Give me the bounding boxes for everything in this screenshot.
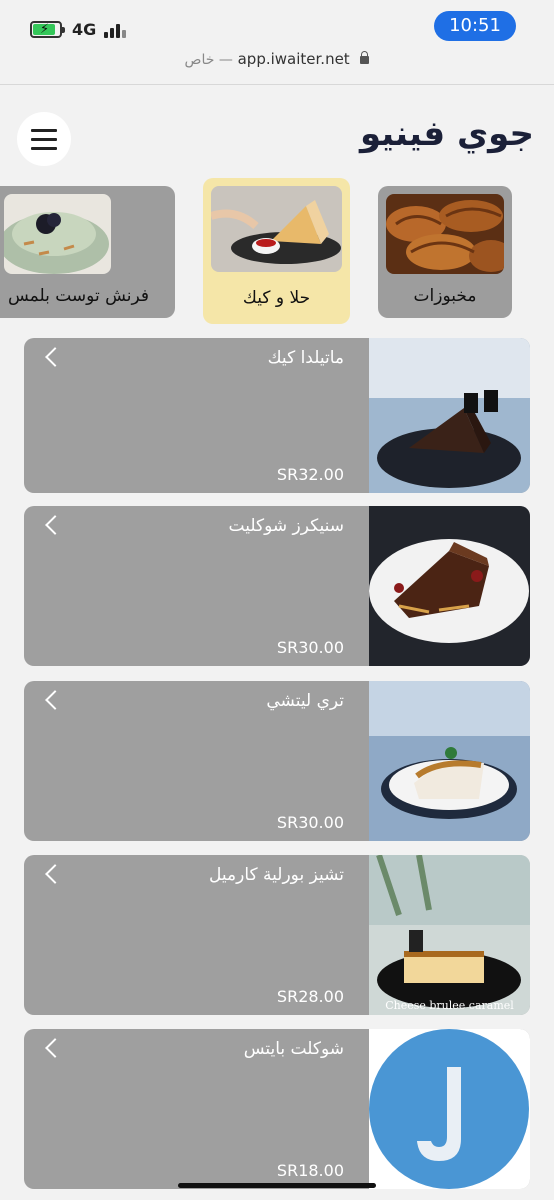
category-label: مخبوزات (413, 286, 477, 306)
product-price: SR30.00 (276, 638, 344, 657)
category-label: فرنش توست بلمس (7, 286, 149, 306)
product-name: تشيز بورلية كارميل (209, 865, 344, 885)
divider (0, 84, 554, 85)
product-name: سنيكرز شوكليت (228, 516, 344, 536)
product-card[interactable]: ماتيلدا كيك SR32.00 (24, 338, 530, 493)
status-bar: ⚡ 4G 10:51 (0, 0, 554, 48)
brand-logo-icon (369, 1029, 530, 1189)
product-name: ماتيلدا كيك (267, 348, 344, 368)
cake-icon (211, 186, 342, 272)
lock-icon (360, 51, 370, 64)
product-card[interactable]: سنيكرز شوكليت SR30.00 (24, 506, 530, 666)
product-image (369, 338, 530, 493)
product-image: Cheese brulee caramel (369, 855, 530, 1015)
image-caption: Cheese brulee caramel (385, 999, 514, 1012)
category-label: حلا و كيك (242, 288, 311, 308)
product-card[interactable]: شوكلت بايتس SR18.00 (24, 1029, 530, 1189)
product-price: SR32.00 (276, 465, 344, 484)
signal-icon (104, 22, 130, 38)
category-tab-cakes[interactable]: حلا و كيك (203, 178, 350, 324)
product-image (369, 681, 530, 841)
category-tab-french-toast[interactable]: فرنش توست بلمس (0, 186, 175, 318)
battery-icon: ⚡ (30, 21, 65, 38)
product-name: تري ليتشي (266, 691, 344, 711)
chevron-left-icon (45, 864, 65, 884)
chevron-left-icon (45, 515, 65, 535)
product-price: SR28.00 (276, 987, 344, 1006)
product-name: شوكلت بايتس (243, 1039, 344, 1059)
home-indicator[interactable] (178, 1183, 376, 1188)
category-tab-bakery[interactable]: مخبوزات (378, 186, 512, 318)
chevron-left-icon (45, 347, 65, 367)
network-label: 4G (72, 20, 97, 39)
private-label: خاص — (184, 52, 233, 68)
croissant-icon (386, 194, 504, 274)
chevron-left-icon (45, 690, 65, 710)
clock: 10:51 (434, 11, 516, 41)
menu-button[interactable] (17, 112, 71, 166)
product-card[interactable]: تري ليتشي SR30.00 (24, 681, 530, 841)
product-price: SR18.00 (276, 1161, 344, 1180)
hamburger-icon (31, 129, 57, 132)
product-card[interactable]: تشيز بورلية كارميل SR28.00 Cheese brulee… (24, 855, 530, 1015)
page-title: جوي فينيو (359, 114, 534, 154)
chevron-left-icon (45, 1038, 65, 1058)
french-toast-icon (4, 194, 111, 274)
product-image (369, 506, 530, 666)
product-price: SR30.00 (276, 813, 344, 832)
url-bar[interactable]: خاص — app.iwaiter.net (0, 50, 554, 80)
url-text: app.iwaiter.net (237, 50, 350, 68)
